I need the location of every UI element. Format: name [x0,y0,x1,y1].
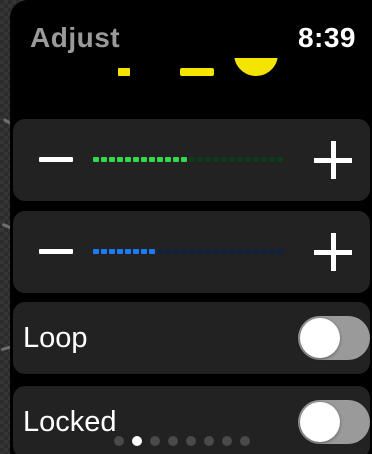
slider-segment-empty [189,157,195,162]
slider-segment-empty [221,249,227,254]
slider-segment-empty [197,157,203,162]
slider-segment-empty [253,249,259,254]
slider-segment-filled [109,249,115,254]
slider-segment-empty [181,249,187,254]
slider-segment-filled [141,249,147,254]
slider-segment-empty [245,157,251,162]
slider-segment-empty [173,249,179,254]
slider-segment-empty [261,249,267,254]
app-title[interactable]: Adjust [30,22,120,54]
status-bar: Adjust 8:39 [10,0,372,82]
scrolled-content-preview [10,58,372,82]
slider-segment-empty [165,249,171,254]
slider-segment-empty [213,249,219,254]
yellow-mark [234,58,278,76]
slider-segment-filled [125,249,131,254]
slider-segment-empty [237,157,243,162]
locked-switch[interactable] [298,400,370,444]
loop-label: Loop [23,322,88,354]
blue-slider-track[interactable] [93,249,283,254]
slider-segment-empty [197,249,203,254]
slider-segment-filled [133,157,139,162]
slider-segment-empty [245,249,251,254]
loop-toggle-row[interactable]: Loop [13,302,370,374]
watch-screen: Adjust 8:39 Loop Locked [10,0,372,454]
slider-segment-filled [141,157,147,162]
slider-segment-empty [221,157,227,162]
page-dot[interactable] [240,436,250,446]
page-dot[interactable] [186,436,196,446]
slider-segment-empty [237,249,243,254]
plus-icon[interactable] [314,141,352,179]
loop-switch[interactable] [298,316,370,360]
slider-segment-empty [253,157,259,162]
page-dot[interactable] [222,436,232,446]
slider-segment-empty [157,249,163,254]
slider-segment-empty [269,249,275,254]
slider-segment-empty [269,157,275,162]
blue-slider[interactable] [13,211,370,293]
page-indicator[interactable] [114,436,250,446]
yellow-mark [180,68,214,76]
page-dot[interactable] [114,436,124,446]
slider-segment-empty [229,157,235,162]
switch-knob [300,318,340,358]
minus-icon[interactable] [39,249,73,254]
page-dot[interactable] [204,436,214,446]
slider-segment-filled [181,157,187,162]
minus-icon[interactable] [39,157,73,162]
page-dot-active[interactable] [132,436,142,446]
locked-label: Locked [23,406,117,438]
plus-icon[interactable] [314,233,352,271]
page-dot[interactable] [150,436,160,446]
green-slider-track[interactable] [93,157,283,162]
slider-segment-filled [125,157,131,162]
slider-segment-empty [277,157,283,162]
green-slider[interactable] [13,119,370,201]
yellow-mark [118,68,130,76]
slider-segment-filled [117,249,123,254]
slider-segment-empty [189,249,195,254]
slider-segment-filled [149,157,155,162]
slider-segment-empty [205,157,211,162]
slider-segment-filled [93,157,99,162]
slider-segment-filled [149,249,155,254]
clock: 8:39 [297,22,356,53]
slider-segment-empty [213,157,219,162]
slider-segment-empty [205,249,211,254]
slider-segment-filled [157,157,163,162]
slider-segment-filled [165,157,171,162]
slider-segment-filled [117,157,123,162]
slider-segment-filled [101,249,107,254]
slider-segment-filled [109,157,115,162]
page-dot[interactable] [168,436,178,446]
slider-segment-empty [229,249,235,254]
slider-segment-filled [101,157,107,162]
slider-segment-empty [277,249,283,254]
switch-knob [300,402,340,442]
slider-segment-filled [133,249,139,254]
slider-segment-filled [93,249,99,254]
slider-segment-filled [173,157,179,162]
slider-segment-empty [261,157,267,162]
